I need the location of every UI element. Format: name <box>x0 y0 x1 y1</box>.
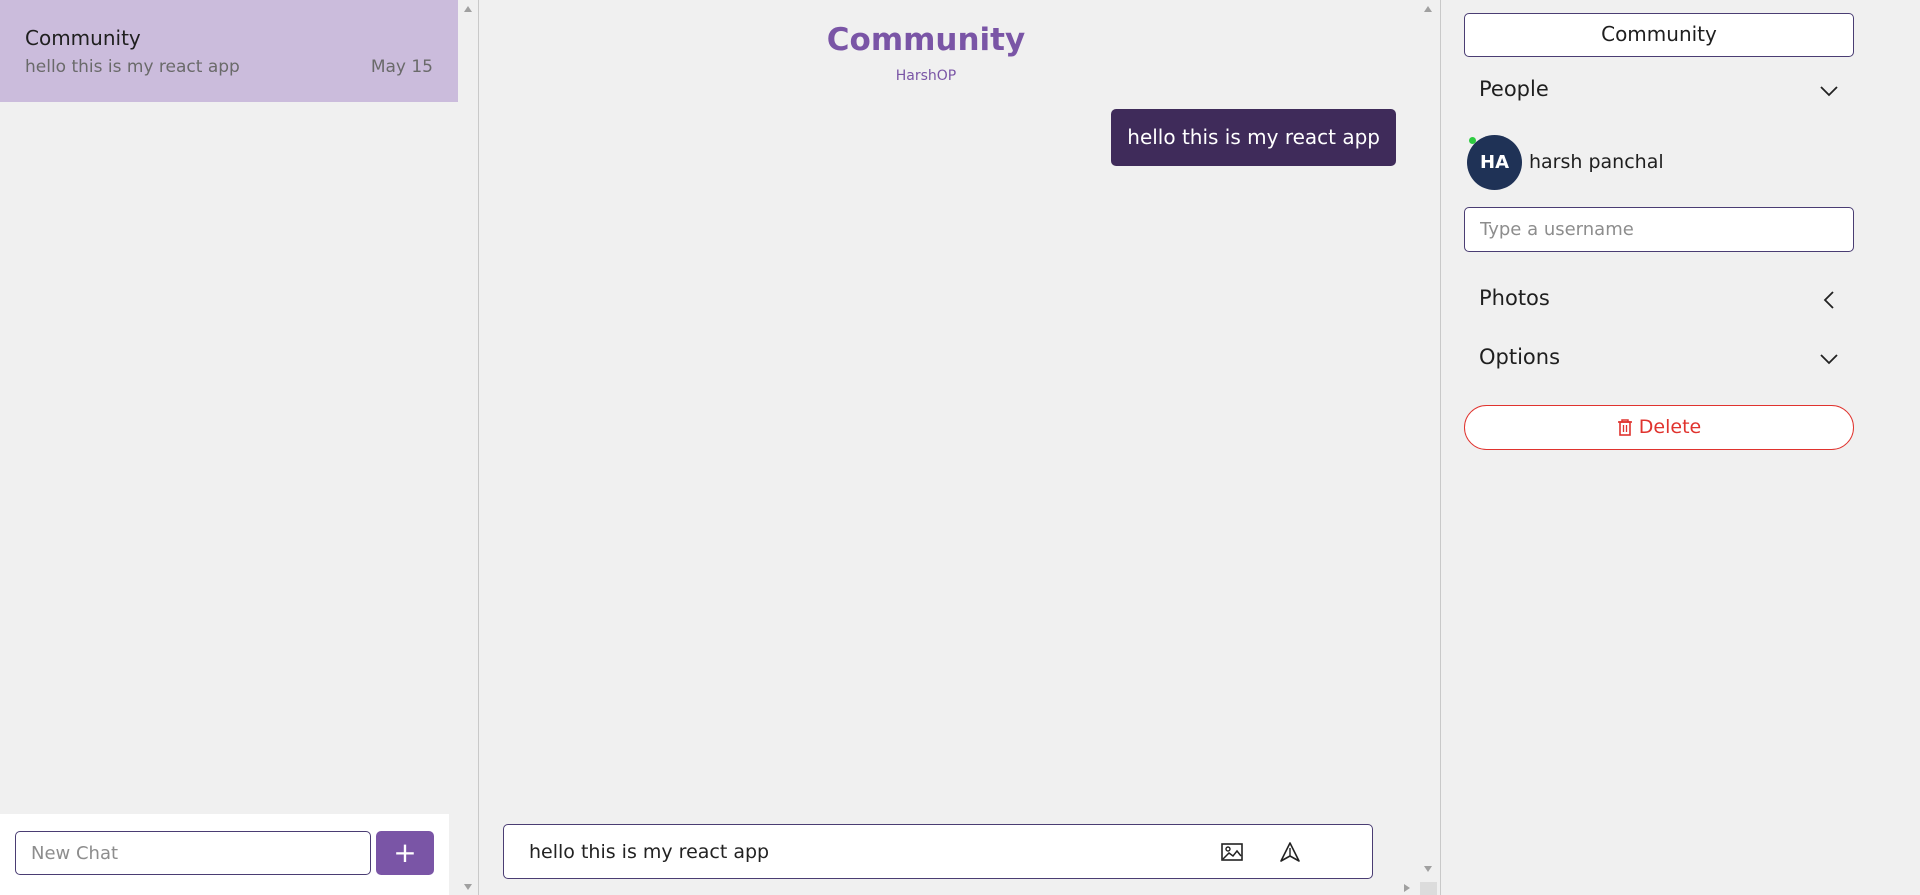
scroll-up-arrow[interactable] <box>464 6 472 12</box>
divider <box>478 0 479 895</box>
add-chat-button[interactable]: + <box>376 831 434 875</box>
divider <box>1440 0 1441 895</box>
chevron-down-icon <box>1819 81 1839 101</box>
message-input[interactable] <box>527 825 1171 879</box>
chat-list-item[interactable]: Community hello this is my react app May… <box>0 0 458 102</box>
options-section-header[interactable]: Options <box>1479 345 1839 375</box>
chat-list-panel: Community hello this is my react app May… <box>0 0 477 895</box>
chevron-down-icon <box>1819 349 1839 369</box>
chat-item-date: May 15 <box>370 57 433 77</box>
chevron-left-icon <box>1819 290 1839 310</box>
message-form <box>503 824 1373 879</box>
chat-item-preview: hello this is my react app <box>25 57 240 77</box>
chat-feed-subtitle: HarshOP <box>895 68 957 84</box>
chat-list-scrollbar[interactable] <box>460 0 477 895</box>
scroll-thumb[interactable] <box>1420 882 1437 895</box>
username-input[interactable] <box>1464 207 1854 252</box>
chat-item-title: Community <box>25 26 141 50</box>
scroll-right-arrow[interactable] <box>1404 884 1410 892</box>
chat-title-button[interactable]: Community <box>1464 13 1854 57</box>
horizontal-scrollbar[interactable] <box>1400 880 1437 895</box>
chat-feed-scrollbar[interactable] <box>1420 0 1437 880</box>
photos-label: Photos <box>1479 286 1550 310</box>
settings-scrollbar[interactable] <box>1903 0 1920 895</box>
message-bubble: hello this is my react app <box>1111 109 1396 166</box>
scroll-up-arrow[interactable] <box>1424 6 1432 12</box>
options-label: Options <box>1479 345 1561 369</box>
chat-feed-title: Community <box>826 22 1026 58</box>
avatar: HA <box>1467 135 1522 190</box>
send-icon[interactable] <box>1277 839 1303 865</box>
people-section-header[interactable]: People <box>1479 77 1839 107</box>
person-name: harsh panchal <box>1529 151 1664 173</box>
trash-icon <box>1617 419 1632 436</box>
people-label: People <box>1479 77 1549 101</box>
scroll-down-arrow[interactable] <box>1424 866 1432 872</box>
delete-label: Delete <box>1638 416 1702 438</box>
image-upload-icon[interactable] <box>1219 839 1245 865</box>
online-indicator <box>1469 137 1476 144</box>
new-chat-input[interactable] <box>15 831 371 875</box>
photos-section-header[interactable]: Photos <box>1479 286 1839 316</box>
delete-chat-button[interactable]: Delete <box>1464 405 1854 450</box>
scroll-down-arrow[interactable] <box>464 884 472 890</box>
